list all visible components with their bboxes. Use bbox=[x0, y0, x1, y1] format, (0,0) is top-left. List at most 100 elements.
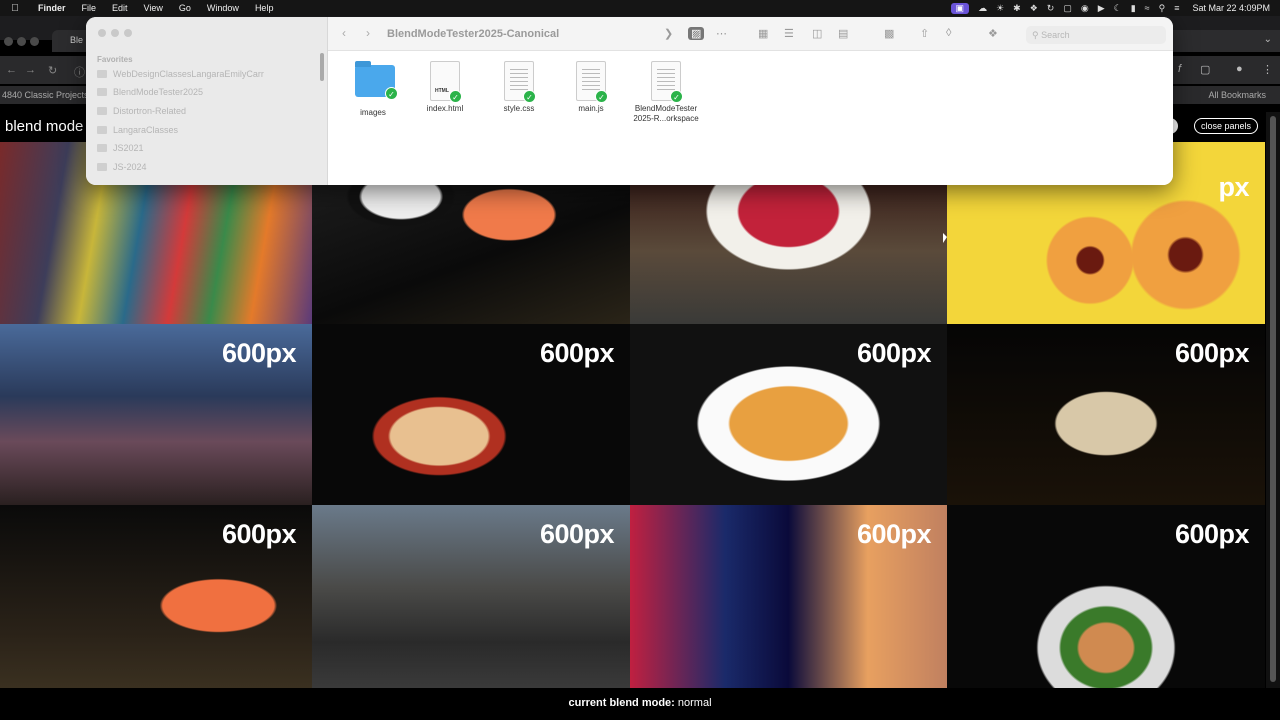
css-file-icon: ✓ bbox=[501, 61, 537, 103]
all-bookmarks[interactable]: All Bookmarks bbox=[1208, 90, 1266, 100]
more-actions-icon[interactable]: ⋯ bbox=[716, 27, 727, 40]
status-bar: current blend mode: normal bbox=[0, 688, 1280, 720]
image-grid: px 600px 600px 600px 600px 600px 600px 6… bbox=[0, 142, 1265, 688]
check-icon: ✓ bbox=[385, 87, 398, 100]
menu-help[interactable]: Help bbox=[247, 3, 282, 13]
finder-content: ✓ images HTML ✓ index.html ✓ style.css ✓ … bbox=[328, 51, 1173, 185]
mouse-cursor bbox=[943, 233, 947, 243]
terminal-icon[interactable]: ▨ bbox=[688, 27, 705, 40]
page-scrollbar[interactable] bbox=[1266, 112, 1280, 688]
sidebar-item[interactable]: BlendModeTester2025 bbox=[97, 87, 203, 97]
sidebar-item[interactable]: JS-2024 bbox=[97, 162, 147, 172]
browser-traffic-lights bbox=[4, 37, 39, 46]
size-label: 600px bbox=[539, 338, 615, 368]
forward-icon[interactable]: → bbox=[25, 64, 36, 76]
forward-icon[interactable]: › bbox=[366, 26, 370, 40]
folder-icon bbox=[97, 144, 107, 152]
wifi-icon[interactable]: ≈ bbox=[1145, 3, 1150, 13]
grid-cell: 600px bbox=[630, 324, 947, 505]
browser-menu-icon[interactable]: ⋮ bbox=[1262, 63, 1273, 76]
grid-cell: 600px bbox=[630, 505, 947, 688]
size-label: 600px bbox=[1174, 519, 1250, 549]
check-icon: ✓ bbox=[523, 90, 536, 103]
menu-window[interactable]: Window bbox=[199, 3, 247, 13]
play-icon[interactable]: ▶ bbox=[1098, 3, 1105, 14]
check-icon: ✓ bbox=[449, 90, 462, 103]
sidebar-scrollbar[interactable] bbox=[320, 53, 324, 81]
finder-window: Favorites WebDesignClassesLangaraEmilyCa… bbox=[86, 17, 1173, 185]
sidebar-item[interactable]: LangaraClasses bbox=[97, 125, 178, 135]
grid-cell: 600px bbox=[0, 505, 312, 688]
back-icon[interactable]: ‹ bbox=[342, 26, 346, 40]
size-label: 600px bbox=[856, 519, 932, 549]
bookmark-item[interactable]: 4840 Classic Projects bbox=[2, 90, 89, 100]
dropbox-icon[interactable]: ❖ bbox=[1030, 3, 1038, 14]
gallery-view-icon[interactable]: ▤ bbox=[838, 27, 848, 40]
html-file-icon: HTML ✓ bbox=[427, 61, 463, 103]
tag-icon[interactable]: ◊ bbox=[946, 27, 951, 39]
file-item[interactable]: ✓ main.js bbox=[556, 61, 626, 114]
file-item[interactable]: ✓ images bbox=[338, 61, 408, 118]
folder-icon bbox=[97, 107, 107, 115]
profile-avatar[interactable]: ● bbox=[1236, 63, 1243, 75]
icon-view-icon[interactable]: ▦ bbox=[758, 27, 768, 40]
scrollbar-thumb[interactable] bbox=[1270, 116, 1276, 682]
weather-icon[interactable]: ☀ bbox=[996, 3, 1004, 14]
menu-edit[interactable]: Edit bbox=[104, 3, 136, 13]
moon-icon[interactable]: ☾ bbox=[1114, 3, 1122, 14]
sidebar-item[interactable]: Distortron-Related bbox=[97, 106, 186, 116]
cloud-icon[interactable]: ☁ bbox=[978, 3, 987, 14]
menu-bar:  Finder File Edit View Go Window Help ▣… bbox=[0, 0, 1280, 16]
extensions-icon[interactable]: ▢ bbox=[1200, 63, 1210, 76]
sync-icon[interactable]: ↻ bbox=[1047, 3, 1055, 14]
finder-traffic-lights[interactable] bbox=[98, 29, 132, 37]
settings-icon[interactable]: ✱ bbox=[1013, 3, 1021, 14]
workspace-file-icon: ✓ bbox=[648, 61, 684, 103]
size-label: 600px bbox=[856, 338, 932, 368]
search-field[interactable]: ⚲ Search bbox=[1026, 26, 1166, 44]
column-view-icon[interactable]: ◫ bbox=[812, 27, 822, 40]
status-icons: ▣ ☁ ☀ ✱ ❖ ↻ ▢ ◉ ▶ ☾ ▮ ≈ ⚲ ≡ Sat Mar 22 4… bbox=[950, 2, 1280, 14]
display-icon[interactable]: ▢ bbox=[1063, 3, 1072, 14]
menu-go[interactable]: Go bbox=[171, 3, 199, 13]
search-icon[interactable]: ⚲ bbox=[1159, 3, 1166, 14]
battery-icon[interactable]: ▮ bbox=[1131, 3, 1136, 14]
close-panels-button[interactable]: close panels bbox=[1194, 118, 1259, 134]
list-view-icon[interactable]: ☰ bbox=[784, 27, 794, 40]
check-icon: ✓ bbox=[670, 90, 683, 103]
tab-menu-chevron-icon[interactable]: ⌄ bbox=[1264, 34, 1272, 45]
size-label: px bbox=[1218, 172, 1249, 202]
reload-icon[interactable]: ↻ bbox=[48, 64, 57, 77]
file-item[interactable]: ✓ BlendModeTester 2025-R...orkspace bbox=[628, 61, 704, 124]
vscode-icon[interactable]: ❯ bbox=[664, 27, 673, 40]
menu-file[interactable]: File bbox=[74, 3, 105, 13]
dropbox-icon[interactable]: ❖ bbox=[988, 27, 998, 40]
apple-menu-icon[interactable]:  bbox=[0, 3, 30, 14]
sidebar-item[interactable]: JS2021 bbox=[97, 143, 144, 153]
grid-cell: 600px bbox=[0, 324, 312, 505]
grid-cell: 600px bbox=[312, 324, 630, 505]
screen-record-icon[interactable]: ▣ bbox=[950, 2, 970, 14]
function-icon[interactable]: f bbox=[1178, 63, 1181, 75]
clock[interactable]: Sat Mar 22 4:09PM bbox=[1192, 3, 1270, 13]
control-center-icon[interactable]: ≡ bbox=[1174, 3, 1179, 13]
folder-icon bbox=[97, 88, 107, 96]
menu-app-finder[interactable]: Finder bbox=[30, 3, 74, 13]
back-icon[interactable]: ← bbox=[6, 64, 17, 76]
file-item[interactable]: ✓ style.css bbox=[484, 61, 554, 114]
grid-cell: 600px bbox=[312, 505, 630, 688]
size-label: 600px bbox=[221, 519, 297, 549]
blend-mode-label: current blend mode: bbox=[568, 697, 675, 709]
size-label: 600px bbox=[221, 338, 297, 368]
grid-cell: 600px bbox=[947, 324, 1265, 505]
menu-view[interactable]: View bbox=[136, 3, 171, 13]
share-icon[interactable]: ⇧ bbox=[920, 27, 929, 40]
js-file-icon: ✓ bbox=[573, 61, 609, 103]
file-item[interactable]: HTML ✓ index.html bbox=[410, 61, 480, 114]
site-info-icon[interactable]: ⓘ bbox=[74, 64, 85, 80]
password-icon[interactable]: ◉ bbox=[1081, 3, 1089, 14]
group-icon[interactable]: ▩ bbox=[884, 27, 894, 40]
sidebar-item[interactable]: WebDesignClassesLangaraEmilyCarr bbox=[97, 69, 264, 79]
search-icon: ⚲ bbox=[1032, 30, 1039, 40]
blend-mode-value: normal bbox=[677, 697, 712, 709]
